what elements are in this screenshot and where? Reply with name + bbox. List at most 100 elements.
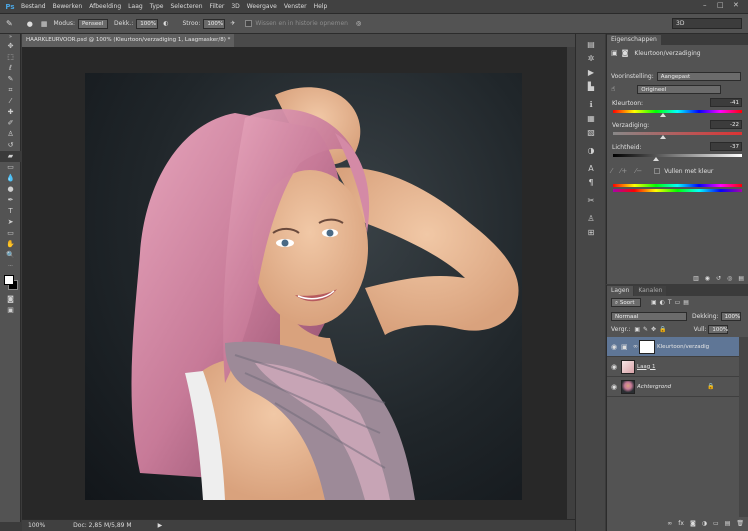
- eyedropper-plus-icon[interactable]: ⁄+: [620, 167, 627, 175]
- layer-row-adjustment[interactable]: ◉ ▣ ∞ Kleurtoon/verzadiging...: [607, 337, 740, 357]
- brush-presets-icon[interactable]: ⊞: [576, 226, 606, 240]
- tab-kanalen[interactable]: Kanalen: [634, 286, 667, 296]
- document-tab[interactable]: HAARKLEURVOOR.psd @ 100% (Kleurtoon/verz…: [22, 34, 234, 47]
- eraser-tool-icon[interactable]: ✎: [6, 19, 13, 28]
- menu-venster[interactable]: Venster: [284, 3, 307, 10]
- colorize-checkbox[interactable]: [654, 168, 661, 174]
- menu-filter[interactable]: Filter: [210, 3, 225, 10]
- saturation-field[interactable]: -22: [710, 120, 742, 129]
- pressure-opacity-icon[interactable]: ◐: [163, 20, 168, 27]
- dodge-tool-icon[interactable]: ●: [0, 184, 21, 195]
- lightness-slider[interactable]: [613, 154, 742, 161]
- zoom-level[interactable]: 100%: [28, 522, 45, 529]
- clone-stamp-icon[interactable]: ♙: [0, 129, 21, 140]
- vertical-scrollbar[interactable]: [567, 47, 575, 519]
- status-menu-icon[interactable]: ▶: [158, 522, 163, 529]
- menu-selecteren[interactable]: Selecteren: [170, 3, 202, 10]
- pen-tool-icon[interactable]: ✒: [0, 195, 21, 206]
- layer-thumbnail[interactable]: [621, 359, 635, 374]
- preset-select[interactable]: Aangepast: [656, 71, 741, 81]
- tool-presets-icon[interactable]: ✂: [576, 194, 606, 208]
- maximize-button[interactable]: □: [717, 1, 724, 9]
- blend-mode-select[interactable]: Normaal: [611, 311, 687, 321]
- adjustments-panel-icon[interactable]: ◑: [576, 144, 606, 158]
- layer-thumbnail[interactable]: [621, 379, 635, 394]
- layers-scrollbar[interactable]: [739, 337, 748, 517]
- menu-bewerken[interactable]: Bewerken: [53, 3, 83, 10]
- layer-row-achtergrond[interactable]: ◉ Achtergrond 🔒: [607, 377, 740, 397]
- new-group-icon[interactable]: ▭: [713, 520, 719, 527]
- layer-name[interactable]: Achtergrond: [637, 384, 707, 390]
- visibility-eye-icon[interactable]: ◉: [607, 343, 621, 351]
- airbrush-icon[interactable]: ✈: [230, 20, 235, 27]
- view-previous-icon[interactable]: ◉: [705, 275, 710, 282]
- shape-tool-icon[interactable]: ▭: [0, 228, 21, 239]
- more-tools-icon[interactable]: ···: [0, 261, 21, 272]
- link-layers-icon[interactable]: ∞: [667, 520, 672, 527]
- character-panel-icon[interactable]: A: [576, 162, 606, 176]
- gradient-tool-icon[interactable]: ▭: [0, 162, 21, 173]
- eyedropper-minus-icon[interactable]: ⁄−: [635, 167, 642, 175]
- menu-help[interactable]: Help: [314, 3, 328, 10]
- hue-slider[interactable]: [613, 110, 742, 117]
- hand-tool-icon[interactable]: ✋: [0, 239, 21, 250]
- brush-tool-icon[interactable]: ✐: [0, 118, 21, 129]
- blur-tool-icon[interactable]: 💧: [0, 173, 21, 184]
- tab-lagen[interactable]: Lagen: [607, 286, 634, 296]
- minimize-button[interactable]: –: [703, 1, 707, 9]
- type-tool-icon[interactable]: T: [0, 206, 21, 217]
- saturation-slider-thumb[interactable]: [660, 135, 667, 139]
- layer-name[interactable]: Kleurtoon/verzadiging...: [657, 344, 709, 350]
- lock-icons[interactable]: ▣✎✥🔒: [634, 326, 669, 333]
- workspace-select[interactable]: 3D: [672, 18, 742, 29]
- hue-field[interactable]: -41: [710, 98, 742, 107]
- quick-mask-icon[interactable]: ◙: [0, 294, 21, 305]
- swatches-panel-icon[interactable]: ▦: [576, 112, 606, 126]
- brush-panel-icon[interactable]: ▦: [41, 20, 48, 28]
- reset-icon[interactable]: ↺: [716, 275, 721, 282]
- quick-select-tool-icon[interactable]: ✎: [0, 74, 21, 85]
- menu-type[interactable]: Type: [150, 3, 164, 10]
- eyedropper-icon[interactable]: ⁄: [611, 167, 612, 175]
- flow-field[interactable]: 100%: [203, 18, 226, 29]
- color-swatches[interactable]: [0, 272, 21, 294]
- menu-laag[interactable]: Laag: [128, 3, 143, 10]
- eyedropper-tool-icon[interactable]: ⁄: [0, 96, 21, 107]
- layer-name[interactable]: Laag 1: [637, 364, 656, 370]
- mask-icon[interactable]: ◙: [622, 49, 629, 57]
- color-panel-icon[interactable]: ✲: [576, 52, 606, 66]
- lasso-tool-icon[interactable]: ℓ: [0, 63, 21, 74]
- layer-style-icon[interactable]: fx: [678, 520, 684, 527]
- clone-source-icon[interactable]: ♙: [576, 212, 606, 226]
- move-tool-icon[interactable]: ✥: [0, 41, 21, 52]
- hand-adjust-icon[interactable]: ☝: [611, 85, 615, 93]
- healing-brush-icon[interactable]: ✚: [0, 107, 21, 118]
- marquee-tool-icon[interactable]: ⬚: [0, 52, 21, 63]
- layer-row-laag-1[interactable]: ◉ Laag 1: [607, 357, 740, 377]
- menu-bestand[interactable]: Bestand: [21, 3, 46, 10]
- channel-select[interactable]: Origineel: [637, 84, 722, 94]
- lightness-slider-thumb[interactable]: [652, 157, 659, 161]
- new-adjustment-icon[interactable]: ◑: [702, 520, 707, 527]
- collapse-icon[interactable]: »: [0, 34, 21, 41]
- path-select-icon[interactable]: ➤: [0, 217, 21, 228]
- document-image[interactable]: [85, 73, 522, 500]
- hue-slider-thumb[interactable]: [660, 113, 667, 117]
- pressure-size-icon[interactable]: ◎: [356, 20, 361, 27]
- menu-afbeelding[interactable]: Afbeelding: [89, 3, 121, 10]
- actions-panel-icon[interactable]: ▶: [576, 66, 606, 80]
- visibility-icon[interactable]: ◎: [727, 275, 732, 282]
- histogram-panel-icon[interactable]: ▙: [576, 80, 606, 94]
- zoom-tool-icon[interactable]: 🔍: [0, 250, 21, 261]
- opacity-field[interactable]: 100%: [136, 18, 159, 29]
- eraser-tool-icon[interactable]: ▰: [0, 151, 21, 162]
- info-panel-icon[interactable]: ℹ: [576, 98, 606, 112]
- add-mask-icon[interactable]: ◙: [690, 520, 696, 527]
- history-panel-icon[interactable]: ▤: [576, 38, 606, 52]
- history-brush-icon[interactable]: ↺: [0, 140, 21, 151]
- fill-field[interactable]: 100%: [708, 324, 729, 334]
- screen-mode-icon[interactable]: ▣: [0, 305, 21, 316]
- brush-preset-icon[interactable]: ●: [27, 20, 33, 28]
- crop-tool-icon[interactable]: ⌗: [0, 85, 21, 96]
- paragraph-panel-icon[interactable]: ¶: [576, 176, 606, 190]
